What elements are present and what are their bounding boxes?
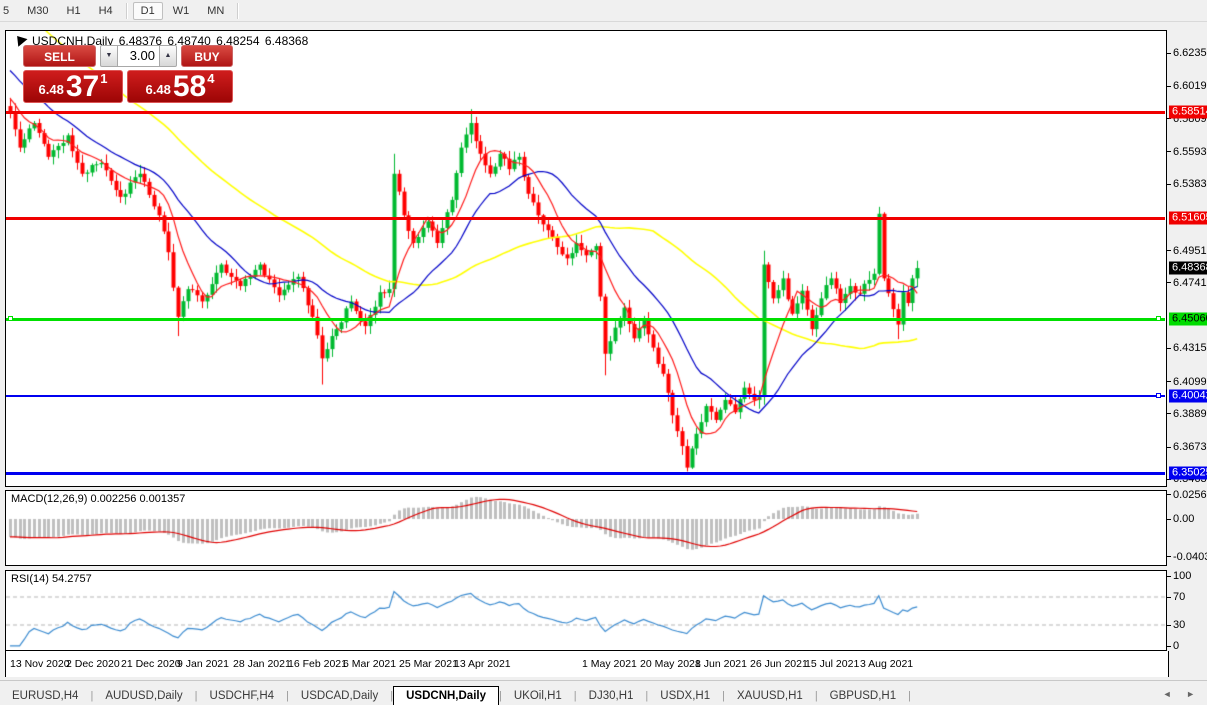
date-label: 21 Dec 2020 bbox=[121, 658, 181, 670]
date-axis[interactable]: 13 Nov 20202 Dec 202021 Dec 20209 Jan 20… bbox=[5, 651, 1169, 677]
price-tick: 6.40990 bbox=[1167, 376, 1207, 388]
macd-axis-tick: -0.04038 bbox=[1167, 551, 1207, 563]
date-label: 20 May 2021 bbox=[640, 658, 701, 670]
support-line-green-handle[interactable] bbox=[1156, 316, 1161, 321]
sell-button[interactable]: SELL bbox=[23, 45, 96, 67]
timeframe-toolbar: 5M30H1H4 D1W1MN bbox=[0, 0, 1207, 22]
one-click-trade-panel: SELL ▼ 3.00 ▲ BUY 6.48 37 1 6.48 58 4 bbox=[23, 45, 233, 103]
support-line-green-handle[interactable] bbox=[8, 316, 13, 321]
timeframe-button-w1[interactable]: W1 bbox=[165, 2, 198, 20]
chart-tab-ukoil[interactable]: UKOil,H1 bbox=[502, 687, 574, 705]
rsi-axis-tick: 70 bbox=[1167, 591, 1185, 603]
support-line-blue-lower[interactable] bbox=[6, 472, 1165, 475]
date-label: 9 Jan 2021 bbox=[177, 658, 229, 670]
price-badge-6.35025: 6.35025 bbox=[1169, 467, 1207, 480]
chart-tab-usdchf[interactable]: USDCHF,H4 bbox=[198, 687, 287, 705]
macd-label: MACD(12,26,9) 0.002256 0.001357 bbox=[11, 493, 185, 505]
chart-tab-eurusd[interactable]: EURUSD,H4 bbox=[0, 687, 90, 705]
chart-tab-audusd[interactable]: AUDUSD,Daily bbox=[93, 687, 194, 705]
support-line-green[interactable] bbox=[6, 318, 1165, 321]
rsi-axis-tick: 0 bbox=[1167, 640, 1179, 652]
sell-price-big: 37 bbox=[66, 74, 99, 100]
price-chart-panel: USDCNH,Daily 6.48376 6.48740 6.48254 6.4… bbox=[5, 30, 1167, 487]
price-tick: 6.55930 bbox=[1167, 146, 1207, 158]
timeframe-button-m30[interactable]: M30 bbox=[19, 2, 56, 20]
support-line-blue-upper-handle[interactable] bbox=[1156, 393, 1161, 398]
price-badge-6.40042: 6.40042 bbox=[1169, 390, 1207, 403]
price-tick: 6.43150 bbox=[1167, 342, 1207, 354]
trading-platform-window: 5M30H1H4 D1W1MN USDCNH,Daily 6.48376 6.48… bbox=[0, 0, 1207, 705]
date-label: 1 May 2021 bbox=[582, 658, 637, 670]
buy-price-base: 6.48 bbox=[146, 82, 171, 97]
buy-price-sup: 4 bbox=[207, 71, 214, 86]
price-tick: 6.53830 bbox=[1167, 178, 1207, 190]
timeframe-button-5[interactable]: 5 bbox=[0, 2, 17, 20]
macd-axis-tick: 0.00 bbox=[1167, 513, 1194, 525]
date-label: 13 Apr 2021 bbox=[454, 658, 511, 670]
chart-tab-bar: EURUSD,H4|AUDUSD,Daily|USDCHF,H4|USDCAD,… bbox=[0, 680, 1207, 705]
price-tick: 6.36730 bbox=[1167, 441, 1207, 453]
buy-button[interactable]: BUY bbox=[181, 45, 233, 67]
macd-signal-value: 0.001357 bbox=[139, 493, 185, 505]
timeframe-button-h4[interactable]: H4 bbox=[91, 2, 121, 20]
chart-tab-dj30[interactable]: DJ30,H1 bbox=[577, 687, 646, 705]
price-badge-6.45060: 6.45060 bbox=[1169, 313, 1207, 326]
rsi-axis-tick: 30 bbox=[1167, 619, 1185, 631]
support-line-blue-upper[interactable] bbox=[6, 395, 1165, 397]
chart-tab-gbpusd[interactable]: GBPUSD,H1 bbox=[818, 687, 908, 705]
date-label: 2 Dec 2020 bbox=[66, 658, 120, 670]
macd-axis-tick: 0.025609 bbox=[1167, 489, 1207, 501]
price-axis[interactable]: 6.623506.601906.580906.559306.538306.495… bbox=[1167, 30, 1207, 651]
macd-value: 0.002256 bbox=[90, 493, 136, 505]
date-label: 16 Feb 2021 bbox=[288, 658, 347, 670]
rsi-label: RSI(14) 54.2757 bbox=[11, 573, 92, 585]
sell-price-display[interactable]: 6.48 37 1 bbox=[23, 70, 123, 103]
timeframe-button-d1[interactable]: D1 bbox=[133, 2, 163, 20]
date-label: 28 Jan 2021 bbox=[233, 658, 291, 670]
rsi-indicator-canvas[interactable] bbox=[6, 571, 1166, 650]
tab-scroll-arrows-icon[interactable]: ◄ ► bbox=[1163, 689, 1201, 699]
price-tick: 6.60190 bbox=[1167, 80, 1207, 92]
price-badge-6.48368: 6.48368 bbox=[1169, 262, 1207, 275]
price-badge-6.58514: 6.58514 bbox=[1169, 106, 1207, 119]
resistance-line-mid[interactable] bbox=[6, 217, 1165, 220]
toolbar-separator bbox=[237, 3, 239, 19]
resistance-line-upper[interactable] bbox=[6, 111, 1165, 114]
volume-increase-button[interactable]: ▲ bbox=[159, 45, 177, 67]
buy-price-display[interactable]: 6.48 58 4 bbox=[127, 70, 233, 103]
price-badge-6.51605: 6.51605 bbox=[1169, 212, 1207, 225]
price-tick: 6.47410 bbox=[1167, 277, 1207, 289]
price-tick: 6.38890 bbox=[1167, 408, 1207, 420]
macd-panel: MACD(12,26,9) 0.002256 0.001357 bbox=[5, 490, 1167, 566]
chart-tab-usdcnh[interactable]: USDCNH,Daily bbox=[393, 686, 499, 705]
sell-price-base: 6.48 bbox=[39, 82, 64, 97]
toolbar-separator bbox=[126, 3, 128, 19]
buy-price-big: 58 bbox=[173, 74, 206, 100]
chart-tab-usdx[interactable]: USDX,H1 bbox=[648, 687, 722, 705]
chart-tab-usdcad[interactable]: USDCAD,Daily bbox=[289, 687, 390, 705]
chart-tab-xauusd[interactable]: XAUUSD,H1 bbox=[725, 687, 815, 705]
rsi-panel: RSI(14) 54.2757 bbox=[5, 570, 1167, 651]
date-label: 13 Nov 2020 bbox=[10, 658, 70, 670]
rsi-axis-tick: 100 bbox=[1167, 570, 1191, 582]
price-tick: 6.49510 bbox=[1167, 245, 1207, 257]
date-label: 25 Mar 2021 bbox=[399, 658, 458, 670]
date-label: 15 Jul 2021 bbox=[805, 658, 859, 670]
rsi-value: 54.2757 bbox=[52, 573, 92, 585]
date-label: 26 Jun 2021 bbox=[750, 658, 808, 670]
volume-decrease-button[interactable]: ▼ bbox=[100, 45, 118, 67]
date-label: 8 Jun 2021 bbox=[695, 658, 747, 670]
volume-input[interactable]: 3.00 bbox=[118, 45, 159, 67]
date-label: 6 Mar 2021 bbox=[343, 658, 396, 670]
timeframe-button-mn[interactable]: MN bbox=[199, 2, 232, 20]
chart-close-value: 6.48368 bbox=[265, 34, 308, 48]
date-label: 3 Aug 2021 bbox=[860, 658, 913, 670]
timeframe-button-h1[interactable]: H1 bbox=[59, 2, 89, 20]
tab-separator: | bbox=[908, 690, 911, 705]
price-tick: 6.62350 bbox=[1167, 47, 1207, 59]
sell-price-sup: 1 bbox=[100, 71, 107, 86]
